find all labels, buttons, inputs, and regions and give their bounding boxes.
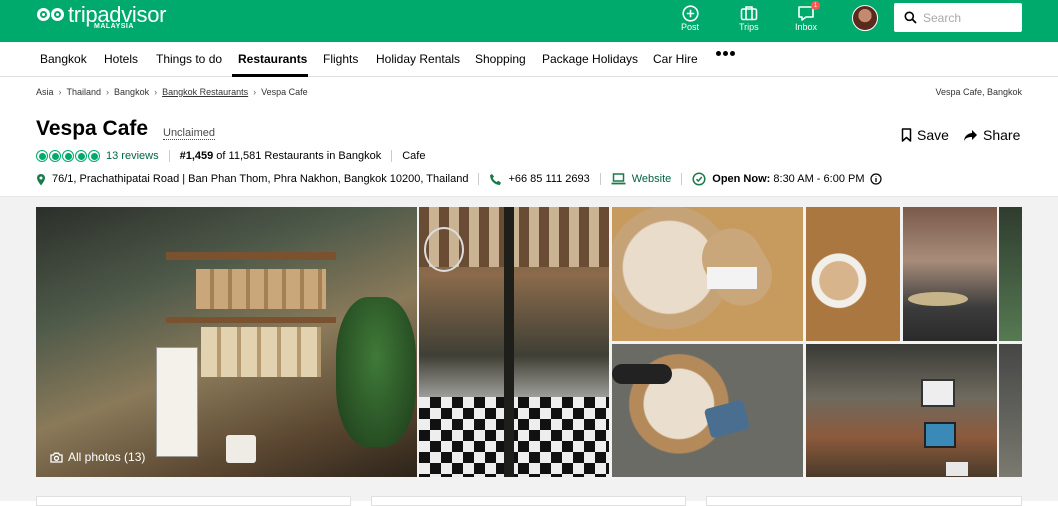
save-button[interactable]: Save [901,127,949,143]
phone-link[interactable]: +66 85 111 2693 [508,173,589,185]
nav-holiday-rentals[interactable]: Holiday Rentals [376,52,460,66]
search-box[interactable] [894,3,1022,32]
camera-icon [50,452,63,463]
inbox-label: Inbox [795,22,818,32]
share-button[interactable]: Share [963,127,1020,143]
rank: #1,459 [179,150,214,162]
save-label: Save [917,127,949,143]
rating-bubble-icon [62,150,74,162]
reviews-link[interactable]: 13 reviews [106,150,159,162]
nav-hotels[interactable]: Hotels [104,52,138,66]
rating-bubble-icon [88,150,100,162]
phone-icon [490,173,502,185]
more-menu-icon[interactable] [716,51,735,56]
cuisine-link[interactable]: Cafe [402,150,425,162]
photo-storefront[interactable] [806,344,997,477]
rating-bubble-icon [49,150,61,162]
photo-counter[interactable] [903,207,997,341]
breadcrumb-thailand[interactable]: Thailand [67,87,102,97]
bookmark-icon [901,128,912,142]
chat-bubble-icon: 1 [797,1,821,22]
nav-flights[interactable]: Flights [323,52,358,66]
photo-latte[interactable] [612,344,803,477]
photo-cafe-interior[interactable] [419,207,609,477]
breadcrumb: Asia › Thailand › Bangkok › Bangkok Restaur… [36,87,308,97]
breadcrumb-bangkok[interactable]: Bangkok [114,87,149,97]
rating-bubbles [36,150,100,162]
breadcrumb-asia[interactable]: Asia [36,87,54,97]
info-card [706,496,1022,506]
rank-suffix[interactable]: of 11,581 Restaurants in Bangkok [216,150,381,162]
trips-label: Trips [739,22,759,32]
suitcase-icon [740,4,758,22]
rating-bubble-icon [75,150,87,162]
open-status: Open Now: [712,173,771,185]
category-nav: Bangkok Hotels Things to do Restaurants … [0,42,1058,77]
inbox-badge: 1 [811,1,821,10]
info-row: 76/1, Prachathipatai Road | Ban Phan Tho… [36,171,888,187]
clock-icon [692,172,706,186]
breadcrumb-current: Vespa Cafe [261,87,308,97]
nav-bangkok[interactable]: Bangkok [40,52,87,66]
top-bar: tripadvisor MALAYSIA Post Trips 1 Inbox [0,0,1058,42]
nav-restaurants[interactable]: Restaurants [238,52,307,66]
info-card [36,496,351,506]
rating-bubble-icon [36,150,48,162]
logo-region: MALAYSIA [94,23,134,30]
opening-hours: 8:30 AM - 6:00 PM [773,173,865,185]
all-photos-button[interactable]: All photos (13) [50,450,145,464]
website-link[interactable]: Website [632,173,672,185]
inbox-button[interactable]: 1 Inbox [795,1,821,32]
active-tab-indicator [232,74,308,77]
nav-things-to-do[interactable]: Things to do [156,52,222,66]
nav-car-hire[interactable]: Car Hire [653,52,698,66]
trips-button[interactable]: Trips [739,4,759,32]
search-icon [904,11,917,24]
info-card [371,496,686,506]
page-title: Vespa Cafe [36,117,149,140]
tripadvisor-logo[interactable]: tripadvisor [36,3,166,37]
post-label: Post [681,22,700,32]
post-button[interactable]: Post [681,4,699,32]
plus-circle-icon [681,4,699,22]
info-icon[interactable] [869,173,882,185]
photo-cappuccino[interactable] [612,207,803,341]
photo-coffee-cups[interactable] [806,207,900,341]
user-avatar[interactable] [852,5,878,31]
breadcrumb-bangkok-restaurants[interactable]: Bangkok Restaurants [162,87,248,97]
address-link[interactable]: 76/1, Prachathipatai Road | Ban Phan Tho… [52,173,468,185]
nav-package-holidays[interactable]: Package Holidays [542,52,638,66]
share-label: Share [983,127,1021,143]
all-photos-label: All photos (13) [68,450,146,464]
claim-status-link[interactable]: Unclaimed [163,127,215,140]
share-arrow-icon [964,129,977,141]
map-pin-icon [37,173,45,185]
photo-thumb-partial[interactable] [999,207,1022,341]
nav-shopping[interactable]: Shopping [475,52,526,66]
photo-thumb-partial-2[interactable] [999,344,1022,477]
laptop-icon [611,173,626,185]
location-label: Vespa Cafe, Bangkok [935,87,1022,97]
owl-logo-icon [36,6,66,26]
main-photo[interactable] [36,207,417,477]
rating-row: 13 reviews #1,459 of 11,581 Restaurants … [36,149,425,163]
search-input[interactable] [923,10,1013,25]
